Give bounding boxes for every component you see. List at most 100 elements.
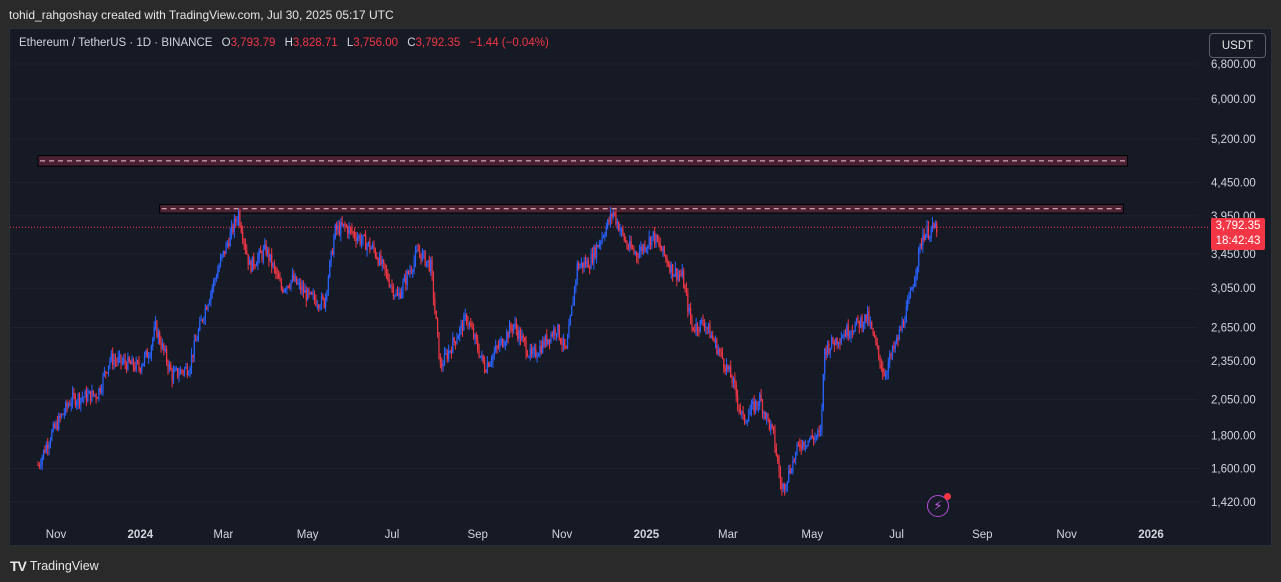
candle-body	[781, 483, 783, 489]
candle-body	[685, 288, 688, 294]
candle-body	[853, 331, 855, 333]
candle-body	[399, 292, 401, 299]
candle-body	[651, 236, 653, 246]
candle-body	[181, 369, 183, 372]
candle-body	[388, 279, 390, 287]
candle-body	[719, 350, 721, 352]
candle-body	[243, 240, 245, 244]
candle-body	[479, 355, 482, 357]
candle-body	[171, 370, 173, 381]
candle-body	[648, 237, 650, 246]
candle-body	[421, 252, 423, 261]
candle-body	[248, 261, 251, 265]
candle-body	[753, 401, 755, 412]
candle-body	[792, 460, 794, 472]
candle-body	[723, 358, 725, 368]
candle-body	[215, 277, 217, 280]
candle-body	[810, 435, 812, 440]
candle-body	[145, 350, 147, 355]
candle-body	[713, 338, 715, 343]
candle-body	[923, 235, 925, 240]
candle-body	[623, 233, 625, 241]
candle-body	[381, 259, 383, 265]
currency-button[interactable]: USDT	[1209, 33, 1266, 58]
candle-body	[699, 320, 701, 332]
candle-body	[517, 329, 519, 339]
candle-body	[829, 347, 831, 353]
candle-body	[604, 235, 606, 237]
candle-body	[550, 333, 552, 343]
candle-body	[99, 388, 101, 392]
candle-body	[916, 266, 918, 275]
candle-body	[204, 307, 206, 319]
candle-body	[709, 324, 711, 339]
candle-body	[510, 324, 512, 329]
candle-body	[767, 413, 769, 420]
candle-body	[293, 274, 295, 281]
candle-body	[522, 335, 524, 339]
candle-body	[188, 374, 190, 376]
candle-body	[909, 290, 912, 298]
candle-body	[359, 235, 361, 244]
candle-body	[410, 270, 412, 272]
candle-body	[376, 256, 378, 259]
candle-body	[844, 333, 847, 337]
candle-body	[627, 247, 629, 249]
candle-body	[703, 324, 706, 328]
candle-body	[395, 292, 397, 296]
symbol-name: Ethereum / TetherUS · 1D · BINANCE	[19, 37, 213, 49]
candle-body	[62, 414, 64, 416]
candle-body	[672, 263, 674, 277]
candle-body	[106, 372, 108, 374]
candle-body	[539, 346, 541, 355]
candle-body	[637, 256, 639, 258]
tradingview-logo[interactable]: TV TradingView	[10, 558, 99, 574]
candle-body	[374, 249, 376, 257]
price-chart[interactable]: 6,800.006,000.005,200.004,450.003,950.00…	[10, 29, 1272, 546]
candle-body	[687, 293, 689, 312]
candle-body	[434, 298, 436, 311]
lightning-icon[interactable]: ⚡	[927, 493, 951, 517]
candle-body	[461, 323, 464, 331]
candle-body	[601, 236, 603, 242]
candle-body	[302, 286, 305, 293]
candle-body	[121, 361, 123, 363]
candle-body	[564, 338, 566, 347]
candle-body	[858, 320, 860, 328]
candle-body	[279, 278, 281, 281]
candle-body	[244, 243, 247, 250]
candle-body	[890, 354, 892, 356]
candle-body	[540, 346, 542, 353]
candle-body	[425, 261, 428, 266]
candle-body	[811, 435, 813, 438]
candle-body	[341, 222, 343, 226]
attribution-text: tohid_rahgoshay created with TradingView…	[9, 8, 394, 22]
candle-body	[705, 327, 707, 329]
candle-body	[774, 429, 776, 448]
attribution-bar: tohid_rahgoshay created with TradingView…	[0, 0, 1281, 28]
candle-body	[132, 358, 135, 368]
candle-body	[246, 249, 248, 255]
candle-body	[402, 281, 404, 292]
candle-body	[432, 274, 435, 299]
candle-body	[913, 279, 916, 288]
candle-body	[547, 339, 549, 345]
candle-body	[565, 346, 567, 349]
candle-body	[666, 258, 668, 264]
candle-body	[683, 270, 685, 289]
candle-body	[934, 223, 936, 229]
candle-body	[908, 297, 910, 301]
candle-body	[855, 317, 858, 325]
chart-pane[interactable]: 6,800.00 6,000.00 5,200.00 4,450.00 3,950.00…	[9, 28, 1272, 546]
candle-body	[146, 350, 148, 358]
candle-body	[548, 339, 551, 343]
candle-body	[478, 349, 480, 357]
candle-body	[748, 415, 750, 422]
candle-body	[735, 384, 737, 396]
candle-body	[546, 335, 548, 345]
candle-body	[756, 400, 758, 406]
candle-body	[431, 259, 433, 275]
x-tick-label: Sep	[467, 529, 487, 541]
candle-body	[503, 344, 505, 347]
candle-body	[789, 469, 791, 473]
